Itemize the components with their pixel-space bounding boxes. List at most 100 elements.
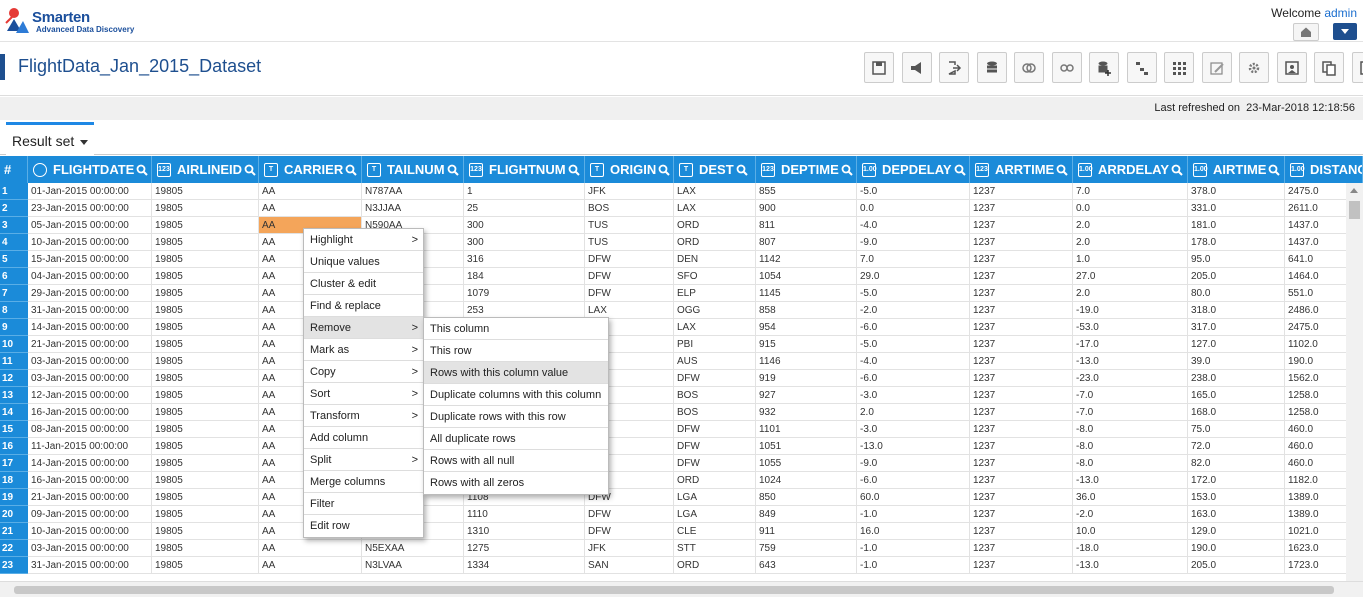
table-cell[interactable]: 300 bbox=[464, 234, 585, 251]
table-cell[interactable]: 811 bbox=[756, 217, 857, 234]
table-cell[interactable]: 10.0 bbox=[1073, 523, 1188, 540]
row-number[interactable]: 4 bbox=[0, 234, 28, 251]
search-icon[interactable] bbox=[136, 164, 149, 176]
grid-button[interactable] bbox=[1164, 52, 1194, 83]
table-cell[interactable]: -6.0 bbox=[857, 472, 970, 489]
submenu-item-duplicate-rows-with-this-row[interactable]: Duplicate rows with this row bbox=[424, 406, 608, 428]
table-cell[interactable]: 1310 bbox=[464, 523, 585, 540]
table-cell[interactable]: 1054 bbox=[756, 268, 857, 285]
vertical-scrollbar[interactable] bbox=[1346, 183, 1363, 581]
column-header-origin[interactable]: T ORIGIN bbox=[585, 156, 674, 183]
menu-item-cluster-edit[interactable]: Cluster & edit bbox=[304, 273, 423, 295]
search-icon[interactable] bbox=[736, 164, 748, 176]
table-cell[interactable]: TUS bbox=[585, 234, 674, 251]
table-cell[interactable]: 19805 bbox=[152, 455, 259, 472]
table-cell[interactable]: 643 bbox=[756, 557, 857, 574]
table-cell[interactable]: 807 bbox=[756, 234, 857, 251]
column-header-carrier[interactable]: T CARRIER bbox=[259, 156, 362, 183]
table-cell[interactable]: 1237 bbox=[970, 251, 1073, 268]
save-button[interactable] bbox=[864, 52, 894, 83]
table-cell[interactable]: 317.0 bbox=[1188, 319, 1285, 336]
table-cell[interactable]: -13.0 bbox=[857, 438, 970, 455]
row-number[interactable]: 3 bbox=[0, 217, 28, 234]
table-cell[interactable]: 190.0 bbox=[1188, 540, 1285, 557]
table-cell[interactable]: -6.0 bbox=[857, 319, 970, 336]
search-icon[interactable] bbox=[1171, 164, 1183, 176]
table-cell[interactable]: LAX bbox=[674, 183, 756, 200]
table-cell[interactable]: 19805 bbox=[152, 217, 259, 234]
table-cell[interactable]: CLE bbox=[674, 523, 756, 540]
table-cell[interactable]: 36.0 bbox=[1073, 489, 1188, 506]
table-cell[interactable]: 09-Jan-2015 00:00:00 bbox=[28, 506, 152, 523]
table-cell[interactable]: DFW bbox=[674, 421, 756, 438]
row-number[interactable]: 20 bbox=[0, 506, 28, 523]
table-cell[interactable]: JFK bbox=[585, 183, 674, 200]
column-header-flightnum[interactable]: 123 FLIGHTNUM bbox=[464, 156, 585, 183]
table-cell[interactable]: -2.0 bbox=[1073, 506, 1188, 523]
table-cell[interactable]: 19805 bbox=[152, 200, 259, 217]
table-cell[interactable]: 2.0 bbox=[1073, 234, 1188, 251]
table-cell[interactable]: 95.0 bbox=[1188, 251, 1285, 268]
table-cell[interactable]: -13.0 bbox=[1073, 353, 1188, 370]
table-cell[interactable]: -9.0 bbox=[857, 234, 970, 251]
table-cell[interactable]: -1.0 bbox=[857, 506, 970, 523]
table-cell[interactable]: PBI bbox=[674, 336, 756, 353]
table-cell[interactable]: DFW bbox=[585, 251, 674, 268]
row-number[interactable]: 17 bbox=[0, 455, 28, 472]
table-cell[interactable]: 10-Jan-2015 00:00:00 bbox=[28, 523, 152, 540]
table-cell[interactable]: ORD bbox=[674, 472, 756, 489]
submenu-item-rows-with-all-null[interactable]: Rows with all null bbox=[424, 450, 608, 472]
search-icon[interactable] bbox=[244, 164, 256, 176]
column-header-tailnum[interactable]: T TAILNUM bbox=[362, 156, 464, 183]
menu-item-split[interactable]: Split > bbox=[304, 449, 423, 471]
table-cell[interactable]: 0.0 bbox=[1073, 200, 1188, 217]
table-cell[interactable]: JFK bbox=[585, 540, 674, 557]
edit-image-button[interactable] bbox=[1201, 52, 1232, 83]
settings-button[interactable] bbox=[1239, 52, 1269, 83]
table-cell[interactable]: 01-Jan-2015 00:00:00 bbox=[28, 183, 152, 200]
vertical-scroll-thumb[interactable] bbox=[1349, 201, 1360, 219]
table-cell[interactable]: 25 bbox=[464, 200, 585, 217]
table-cell[interactable]: LGA bbox=[674, 506, 756, 523]
table-cell[interactable]: LAX bbox=[674, 200, 756, 217]
column-header-arrdelay[interactable]: 1.00 ARRDELAY bbox=[1073, 156, 1188, 183]
merge-button[interactable] bbox=[1014, 52, 1044, 83]
table-cell[interactable]: 1334 bbox=[464, 557, 585, 574]
table-cell[interactable]: -7.0 bbox=[1073, 404, 1188, 421]
table-cell[interactable]: 14-Jan-2015 00:00:00 bbox=[28, 455, 152, 472]
table-cell[interactable]: 31-Jan-2015 00:00:00 bbox=[28, 557, 152, 574]
table-cell[interactable]: 16.0 bbox=[857, 523, 970, 540]
row-number[interactable]: 8 bbox=[0, 302, 28, 319]
table-cell[interactable]: 1237 bbox=[970, 183, 1073, 200]
table-cell[interactable]: 932 bbox=[756, 404, 857, 421]
column-header-airlineid[interactable]: 123 AIRLINEID bbox=[152, 156, 259, 183]
table-cell[interactable]: 82.0 bbox=[1188, 455, 1285, 472]
table-cell[interactable]: 759 bbox=[756, 540, 857, 557]
table-cell[interactable]: DFW bbox=[585, 268, 674, 285]
table-cell[interactable]: 19805 bbox=[152, 557, 259, 574]
table-cell[interactable]: 11-Jan-2015 00:00:00 bbox=[28, 438, 152, 455]
menu-item-unique-values[interactable]: Unique values bbox=[304, 251, 423, 273]
table-cell[interactable]: DFW bbox=[585, 285, 674, 302]
table-cell[interactable]: 19805 bbox=[152, 523, 259, 540]
table-cell[interactable]: 1145 bbox=[756, 285, 857, 302]
table-cell[interactable]: -5.0 bbox=[857, 336, 970, 353]
table-cell[interactable]: 31-Jan-2015 00:00:00 bbox=[28, 302, 152, 319]
table-cell[interactable]: 19805 bbox=[152, 302, 259, 319]
table-cell[interactable]: 27.0 bbox=[1073, 268, 1188, 285]
table-cell[interactable]: SFO bbox=[674, 268, 756, 285]
table-cell[interactable]: 03-Jan-2015 00:00:00 bbox=[28, 370, 152, 387]
table-cell[interactable]: 19805 bbox=[152, 540, 259, 557]
table-cell[interactable]: 2.0 bbox=[1073, 217, 1188, 234]
table-cell[interactable]: AA bbox=[259, 200, 362, 217]
row-number[interactable]: 21 bbox=[0, 523, 28, 540]
column-header-airtime[interactable]: 1.00 AIRTIME bbox=[1188, 156, 1285, 183]
table-cell[interactable]: DFW bbox=[585, 506, 674, 523]
table-cell[interactable]: 1237 bbox=[970, 268, 1073, 285]
table-cell[interactable]: -7.0 bbox=[1073, 387, 1188, 404]
table-cell[interactable]: -8.0 bbox=[1073, 421, 1188, 438]
table-cell[interactable]: -5.0 bbox=[857, 285, 970, 302]
table-cell[interactable]: 19805 bbox=[152, 404, 259, 421]
search-icon[interactable] bbox=[658, 164, 670, 176]
table-cell[interactable]: 03-Jan-2015 00:00:00 bbox=[28, 540, 152, 557]
